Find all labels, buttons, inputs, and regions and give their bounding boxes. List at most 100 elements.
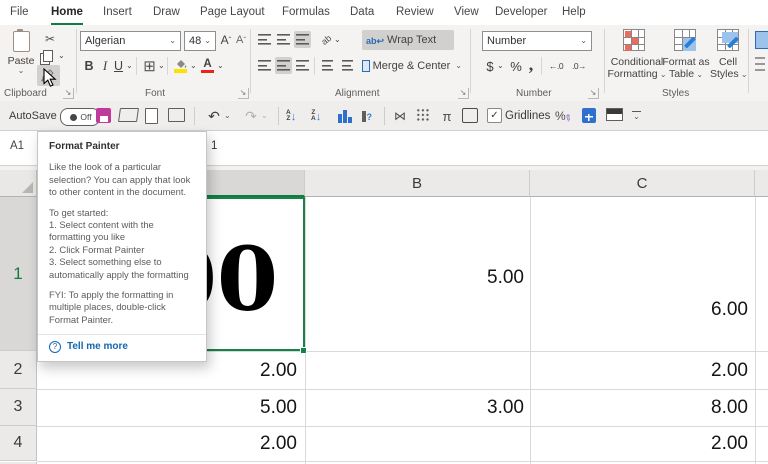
comma-style-icon[interactable] <box>526 55 536 73</box>
font-color-dropdown-icon[interactable] <box>217 62 224 70</box>
cell-c3[interactable]: 8.00 <box>530 390 748 426</box>
cell-styles-label[interactable]: Cell Styles <box>710 56 748 80</box>
tell-me-more-row[interactable]: Tell me more <box>38 334 206 360</box>
underline-dropdown-icon[interactable] <box>126 62 133 70</box>
cell-c2[interactable]: 2.00 <box>530 352 748 389</box>
column-header-b[interactable]: B <box>305 170 530 197</box>
cell-c4[interactable]: 2.00 <box>530 427 748 461</box>
tab-view[interactable]: View <box>454 0 479 23</box>
tab-page-layout[interactable]: Page Layout <box>200 0 265 23</box>
borders-icon[interactable] <box>141 57 158 75</box>
tab-data[interactable]: Data <box>350 0 374 23</box>
column-chart-icon[interactable] <box>338 109 352 123</box>
tab-home[interactable]: Home <box>51 0 83 25</box>
percent-painter-icon[interactable]: % ✎ <box>555 108 574 124</box>
accounting-dropdown-icon[interactable] <box>497 62 504 70</box>
copy-dropdown-icon[interactable] <box>58 52 65 60</box>
chart-help-icon[interactable] <box>362 108 372 124</box>
paste-button[interactable]: Paste <box>4 29 38 85</box>
increase-decimal-icon[interactable] <box>546 57 566 75</box>
font-size-combo[interactable]: 48 <box>184 31 216 51</box>
wrap-text-button[interactable]: Wrap Text <box>362 30 454 50</box>
cell-a3[interactable]: 5.00 <box>37 390 297 426</box>
sort-descending-icon[interactable]: Z A <box>311 108 321 124</box>
select-all-corner[interactable] <box>0 170 37 197</box>
fill-color-icon[interactable] <box>172 57 188 75</box>
copy-icon[interactable] <box>42 49 54 63</box>
italic-button[interactable]: I <box>99 57 111 75</box>
conditional-formatting-label[interactable]: Conditional Formatting <box>606 56 668 80</box>
cell-a4[interactable]: 2.00 <box>37 427 297 461</box>
equation-pi-icon[interactable] <box>440 108 454 124</box>
formula-input[interactable]: 1 <box>211 140 217 152</box>
undo-icon[interactable] <box>206 108 222 124</box>
font-family-combo[interactable]: Algerian <box>80 31 181 51</box>
qat-overflow-icon[interactable] <box>632 108 641 124</box>
tab-draw[interactable]: Draw <box>153 0 180 23</box>
sort-ascending-icon[interactable]: A Z <box>286 108 296 124</box>
tab-help[interactable]: Help <box>562 0 586 23</box>
tab-insert[interactable]: Insert <box>103 0 132 23</box>
align-right-icon[interactable] <box>294 57 311 74</box>
number-format-combo[interactable]: Number <box>482 31 592 51</box>
tab-developer[interactable]: Developer <box>495 0 547 23</box>
cell-b1[interactable]: 5.00 <box>305 263 524 293</box>
cell-c1[interactable]: 6.00 <box>530 295 748 325</box>
fill-color-dropdown-icon[interactable] <box>190 62 197 70</box>
percent-style-icon[interactable] <box>509 57 523 75</box>
decrease-indent-icon[interactable] <box>319 57 336 74</box>
increase-font-size-button[interactable]: Aˆ <box>219 31 233 49</box>
row-header-1[interactable]: 1 <box>0 197 37 351</box>
align-left-icon[interactable] <box>256 57 273 74</box>
increase-indent-icon[interactable] <box>339 57 356 74</box>
tell-me-more-link[interactable]: Tell me more <box>67 341 128 353</box>
row-header-2[interactable]: 2 <box>0 351 37 389</box>
text-box-icon[interactable] <box>462 108 478 123</box>
decrease-font-size-button[interactable]: Aˇ <box>234 31 248 49</box>
folder-icon[interactable] <box>168 108 185 122</box>
cell-styles-button[interactable] <box>716 28 740 52</box>
redo-icon[interactable] <box>243 108 259 124</box>
bold-button[interactable]: B <box>82 57 96 75</box>
dot-grid-icon[interactable] <box>416 108 430 122</box>
font-color-button[interactable]: A <box>200 57 215 75</box>
header-footer-icon[interactable] <box>606 108 623 121</box>
tab-review[interactable]: Review <box>396 0 434 23</box>
borders-dropdown-icon[interactable] <box>158 62 165 70</box>
row-header-3[interactable]: 3 <box>0 389 37 426</box>
name-box[interactable]: A1 <box>10 140 24 152</box>
conditional-formatting-button[interactable] <box>622 28 646 52</box>
orientation-dropdown-icon[interactable] <box>334 36 341 44</box>
tab-formulas[interactable]: Formulas <box>282 0 330 23</box>
align-center-icon[interactable] <box>275 57 292 74</box>
top-align-icon[interactable] <box>256 31 273 48</box>
underline-button[interactable]: U <box>112 57 125 75</box>
column-header-c[interactable]: C <box>530 170 755 197</box>
merge-center-button[interactable]: Merge & Center <box>362 56 462 76</box>
format-painter-button[interactable] <box>37 65 60 86</box>
cut-icon[interactable] <box>40 31 60 47</box>
gridlines-checkbox[interactable]: ✓ <box>487 108 502 123</box>
middle-align-icon[interactable] <box>275 31 292 48</box>
open-folder-icon[interactable] <box>118 108 139 122</box>
tab-file[interactable]: File <box>10 0 29 23</box>
autosave-toggle[interactable]: Off <box>60 108 100 126</box>
number-dialog-launcher-icon[interactable] <box>588 88 599 99</box>
shape-weld-icon[interactable] <box>392 108 408 124</box>
bottom-align-icon[interactable] <box>294 31 311 48</box>
format-as-table-button[interactable] <box>673 28 697 52</box>
format-as-table-label[interactable]: Format as Table <box>662 56 710 80</box>
cell-b3[interactable]: 3.00 <box>305 390 524 426</box>
fill-handle[interactable] <box>300 347 307 354</box>
row-header-4[interactable]: 4 <box>0 426 37 461</box>
decrease-decimal-icon[interactable] <box>569 57 589 75</box>
new-file-icon[interactable] <box>145 108 158 124</box>
paste-dropdown-icon[interactable] <box>18 67 25 75</box>
font-dialog-launcher-icon[interactable] <box>238 88 249 99</box>
accounting-format-icon[interactable] <box>484 57 496 75</box>
column-header-d[interactable] <box>755 170 768 197</box>
save-icon[interactable] <box>96 108 111 123</box>
clipboard-dialog-launcher-icon[interactable] <box>63 88 74 99</box>
calculator-icon[interactable] <box>582 108 596 123</box>
undo-dropdown-icon[interactable] <box>224 108 231 124</box>
